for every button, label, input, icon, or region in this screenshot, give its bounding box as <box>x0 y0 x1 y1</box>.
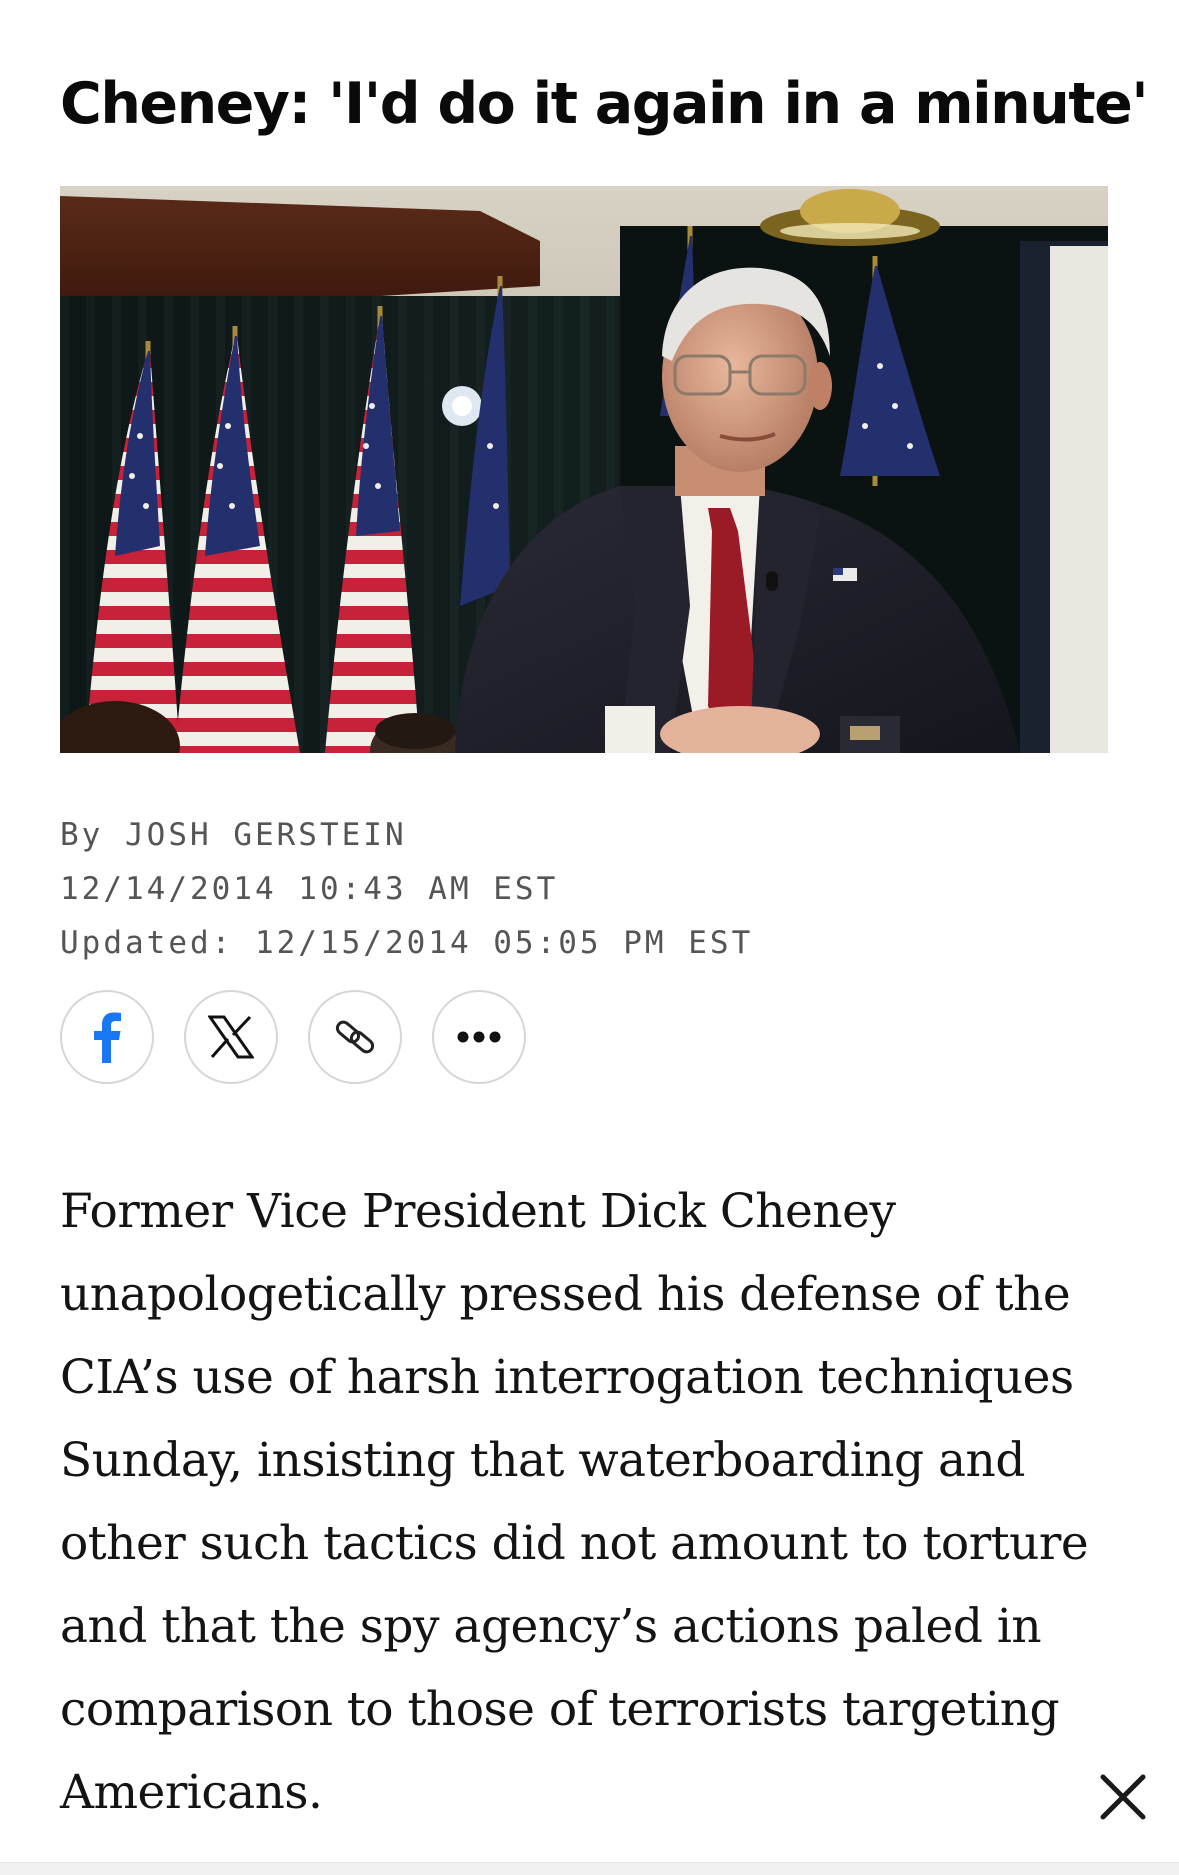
share-x-button[interactable] <box>184 990 278 1084</box>
share-toolbar <box>60 990 526 1084</box>
publish-timestamp: 12/14/2014 10:43 AM EST <box>60 871 559 907</box>
article-headline: Cheney: 'I'd do it again in a minute' <box>60 71 1149 137</box>
bottom-bar-edge <box>0 1862 1179 1875</box>
byline: By JOSH GERSTEIN <box>60 808 753 862</box>
more-share-options-button[interactable] <box>432 990 526 1084</box>
facebook-icon <box>94 1012 121 1063</box>
copy-link-button[interactable] <box>308 990 402 1084</box>
article-page: Cheney: 'I'd do it again in a minute' By… <box>0 0 1179 1875</box>
more-horizontal-icon <box>457 1031 501 1043</box>
byline-prefix: By <box>60 817 125 853</box>
link-icon <box>335 1020 375 1054</box>
author-name[interactable]: JOSH GERSTEIN <box>125 817 407 853</box>
article-body-paragraph: Former Vice President Dick Cheney unapol… <box>60 1184 1089 1820</box>
close-icon <box>1100 1774 1146 1820</box>
x-logo-icon <box>208 1015 254 1059</box>
share-facebook-button[interactable] <box>60 990 154 1084</box>
updated-timestamp: Updated: 12/15/2014 05:05 PM EST <box>60 925 754 961</box>
close-button[interactable] <box>1093 1767 1153 1827</box>
article-meta: By JOSH GERSTEIN 12/14/2014 10:43 AM EST… <box>60 808 753 970</box>
article-hero-image <box>60 186 1108 753</box>
